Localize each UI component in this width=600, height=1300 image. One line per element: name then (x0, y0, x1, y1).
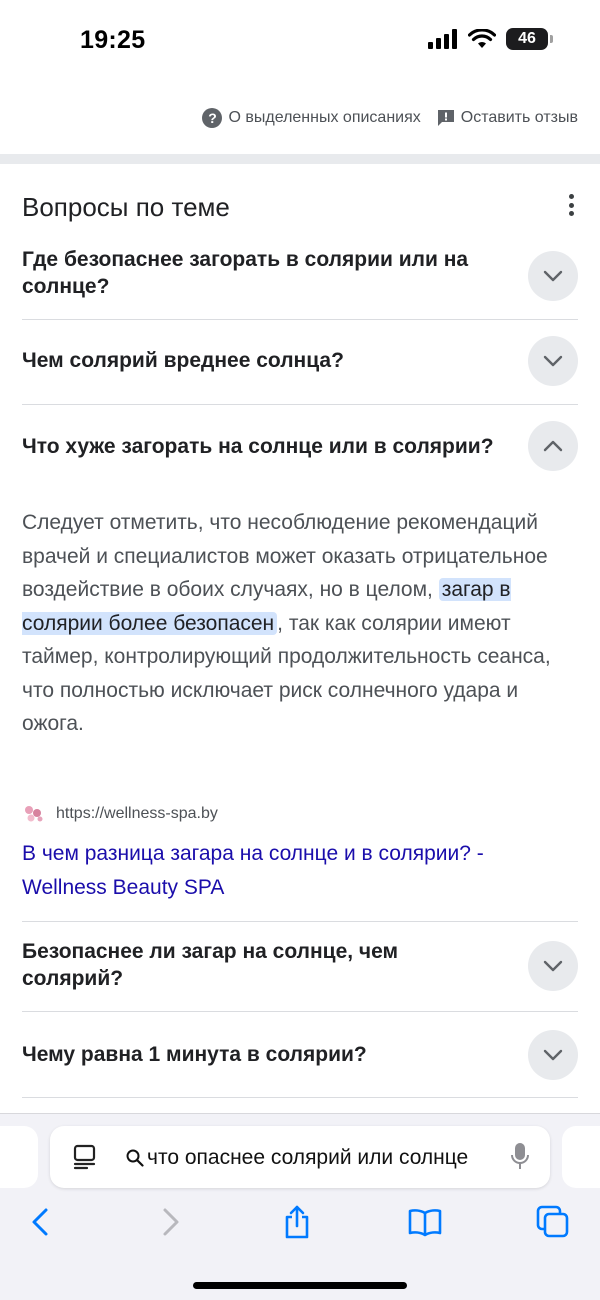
status-icons: 46 (428, 28, 553, 50)
question-item[interactable]: Чем солярий вреднее солнца? (22, 320, 578, 405)
leave-feedback-label: Оставить отзыв (460, 109, 578, 126)
browser-toolbar: что опаснее солярий или солнце (0, 1113, 600, 1300)
divider (22, 921, 578, 922)
about-highlights-label: О выделенных описаниях (228, 109, 421, 126)
tabs-button[interactable] (533, 1202, 573, 1242)
previous-tab-preview[interactable] (0, 1126, 38, 1188)
question-item[interactable]: Безопаснее ли загар на солнце, чем соляр… (22, 921, 578, 1012)
source-url: https://wellness-spa.by (56, 805, 218, 822)
back-button[interactable] (20, 1202, 60, 1242)
search-icon (126, 1149, 144, 1167)
search-query-text: что опаснее солярий или солнце (147, 1146, 469, 1169)
share-icon (285, 1205, 309, 1239)
clock: 19:25 (80, 26, 146, 54)
share-button[interactable] (277, 1202, 317, 1242)
question-text: Безопаснее ли загар на солнце, чем соляр… (22, 940, 399, 990)
forward-button[interactable] (151, 1202, 191, 1242)
search-query[interactable]: что опаснее солярий или солнце (126, 1144, 506, 1172)
answer-snippet: Следует отметить, что несоблюдение реком… (22, 506, 562, 741)
chevron-down-icon[interactable] (528, 251, 578, 301)
chevron-right-icon (163, 1208, 179, 1236)
chevron-left-icon (32, 1208, 48, 1236)
next-tab-preview[interactable] (562, 1126, 600, 1188)
bookmarks-button[interactable] (405, 1202, 445, 1242)
feedback-row: ? О выделенных описаниях Оставить отзыв (202, 108, 578, 128)
battery-icon: 46 (506, 28, 553, 50)
leave-feedback-link[interactable]: Оставить отзыв (437, 109, 578, 127)
home-indicator (193, 1282, 407, 1289)
more-options-icon[interactable] (568, 194, 574, 216)
question-text: Чему равна 1 минута в солярии? (22, 1043, 367, 1066)
divider (22, 1097, 578, 1098)
navigation-bar (0, 1202, 600, 1242)
chevron-down-icon[interactable] (528, 941, 578, 991)
question-item[interactable]: Где безопаснее загорать в солярии или на… (22, 242, 578, 320)
section-divider (0, 154, 600, 164)
question-text: Где безопаснее загорать в солярии или на… (22, 248, 469, 298)
about-highlights-link[interactable]: ? О выделенных описаниях (202, 108, 421, 128)
section-title: Вопросы по теме (22, 192, 230, 222)
question-text: Чем солярий вреднее солнца? (22, 349, 344, 372)
chevron-up-icon[interactable] (528, 421, 578, 471)
microphone-icon[interactable] (510, 1142, 530, 1172)
tabs-icon (536, 1205, 569, 1238)
cellular-signal-icon (428, 29, 457, 49)
question-item[interactable]: Чему равна 1 минута в солярии? (22, 1012, 578, 1098)
result-link[interactable]: В чем разница загара на солнце и в соляр… (22, 837, 562, 905)
wifi-icon (468, 29, 496, 48)
chevron-down-icon[interactable] (528, 336, 578, 386)
feedback-icon (437, 110, 454, 126)
book-icon (408, 1209, 442, 1237)
source-site[interactable]: https://wellness-spa.by (22, 804, 218, 824)
address-bar[interactable]: что опаснее солярий или солнце (50, 1126, 550, 1188)
status-bar: 19:25 46 (0, 0, 600, 84)
battery-level: 46 (518, 30, 536, 47)
question-text: Что хуже загорать на солнце или в соляри… (22, 435, 494, 458)
page-menu-icon[interactable] (72, 1144, 98, 1170)
help-icon: ? (202, 108, 223, 128)
site-favicon-icon (25, 806, 43, 822)
chevron-down-icon[interactable] (528, 1030, 578, 1080)
question-item-expanded[interactable]: Что хуже загорать на солнце или в соляри… (22, 405, 578, 485)
